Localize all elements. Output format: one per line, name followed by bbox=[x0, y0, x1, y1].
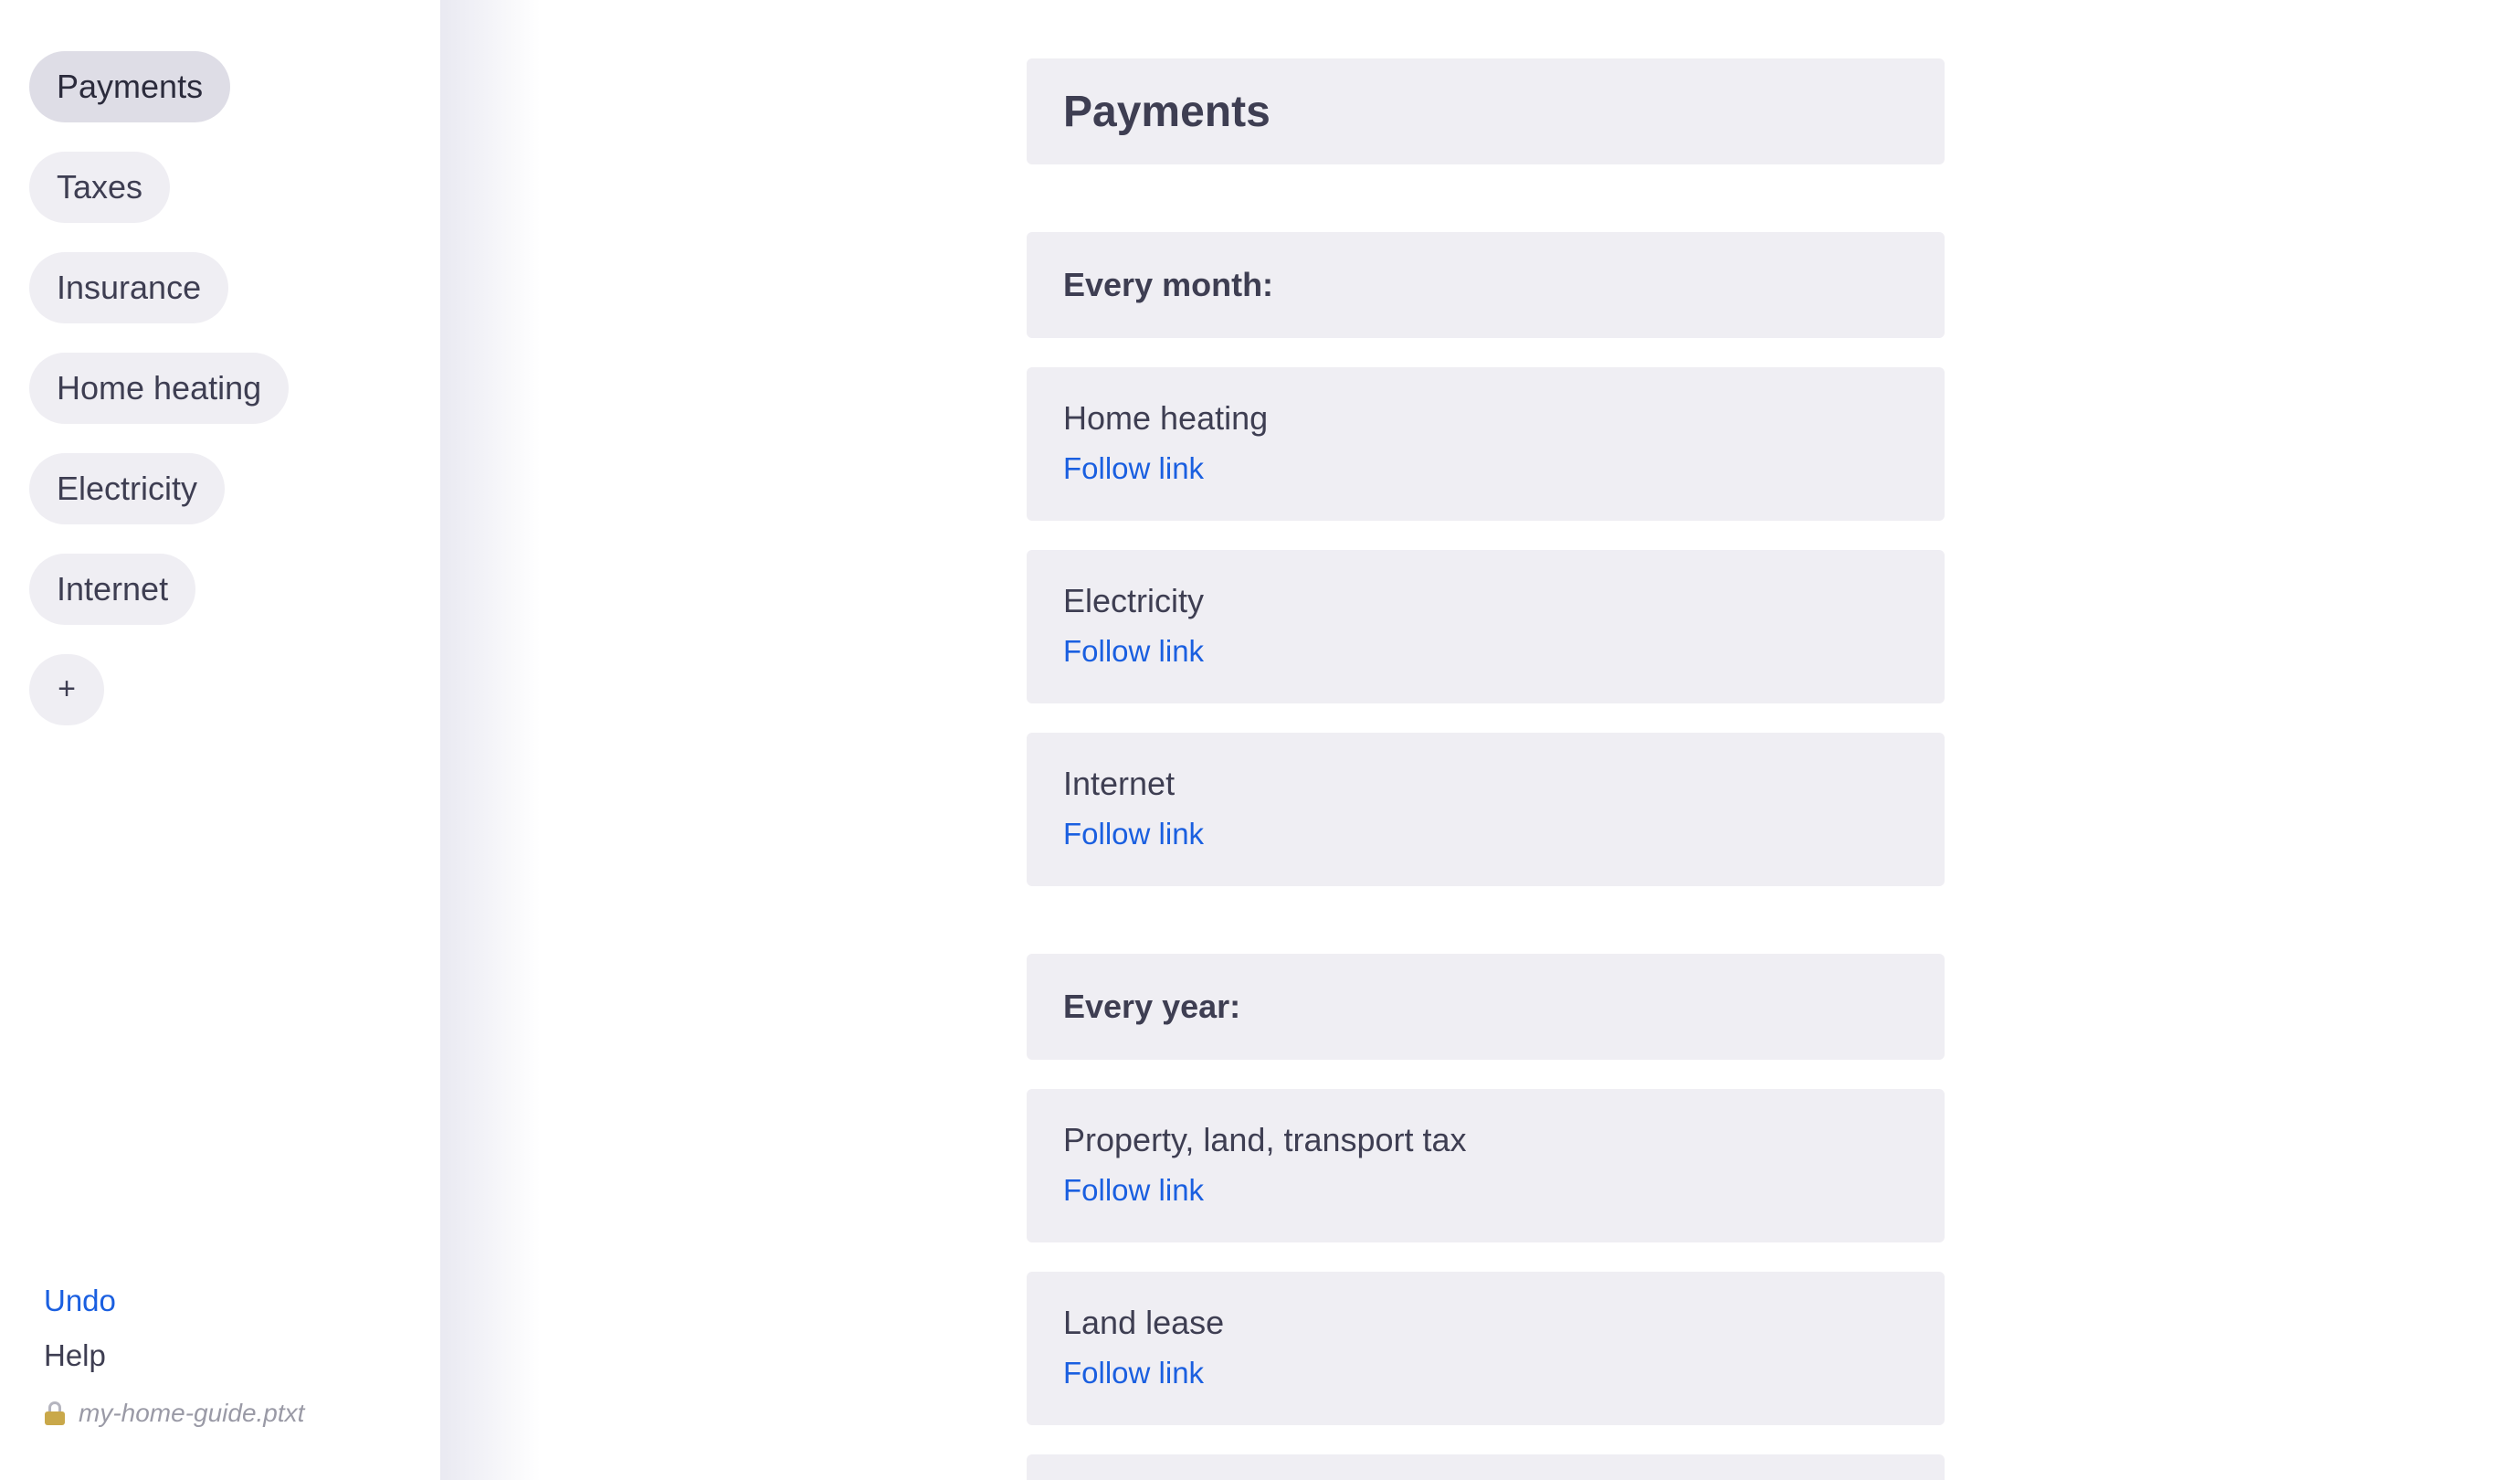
add-page-button[interactable]: + bbox=[29, 654, 104, 725]
sidebar-shadow bbox=[440, 0, 541, 1480]
sidebar-nav: Payments Taxes Insurance Home heating El… bbox=[29, 51, 290, 725]
file-indicator: my-home-guide.ptxt bbox=[44, 1399, 304, 1428]
section-title: Every month: bbox=[1063, 266, 1274, 303]
sidebar-item-internet[interactable]: Internet bbox=[29, 554, 196, 625]
follow-link[interactable]: Follow link bbox=[1063, 1171, 1204, 1210]
sidebar-footer: Undo Help my-home-guide.ptxt bbox=[44, 1284, 304, 1428]
follow-link[interactable]: Follow link bbox=[1063, 1354, 1204, 1392]
file-name: my-home-guide.ptxt bbox=[79, 1399, 305, 1427]
sidebar-item-insurance[interactable]: Insurance bbox=[29, 252, 229, 323]
payment-item-title: Property, land, transport tax bbox=[1063, 1121, 1467, 1158]
main-content: Payments Every month: Home heating Follo… bbox=[1027, 58, 1945, 1480]
help-link[interactable]: Help bbox=[44, 1338, 304, 1373]
sidebar: Payments Taxes Insurance Home heating El… bbox=[0, 0, 440, 1480]
sidebar-item-home-heating[interactable]: Home heating bbox=[29, 353, 290, 424]
payment-item-partial bbox=[1027, 1454, 1945, 1480]
payment-item-title: Internet bbox=[1063, 765, 1176, 802]
follow-link[interactable]: Follow link bbox=[1063, 815, 1204, 853]
sidebar-item-payments[interactable]: Payments bbox=[29, 51, 231, 122]
payment-item-land-lease: Land lease Follow link bbox=[1027, 1272, 1945, 1425]
page-title: Payments bbox=[1063, 87, 1271, 136]
payment-item-title: Land lease bbox=[1063, 1304, 1225, 1341]
app-window: Payments Taxes Insurance Home heating El… bbox=[0, 0, 2520, 1480]
section-header-yearly: Every year: bbox=[1027, 954, 1945, 1060]
lock-icon bbox=[44, 1401, 66, 1425]
payment-item-title: Electricity bbox=[1063, 582, 1205, 619]
payment-item-electricity: Electricity Follow link bbox=[1027, 550, 1945, 703]
payment-item-internet: Internet Follow link bbox=[1027, 733, 1945, 886]
section-header-monthly: Every month: bbox=[1027, 232, 1945, 338]
payment-item-title: Home heating bbox=[1063, 399, 1269, 437]
undo-link[interactable]: Undo bbox=[44, 1284, 304, 1318]
payment-item-home-heating: Home heating Follow link bbox=[1027, 367, 1945, 521]
follow-link[interactable]: Follow link bbox=[1063, 449, 1204, 488]
follow-link[interactable]: Follow link bbox=[1063, 632, 1204, 671]
section-title: Every year: bbox=[1063, 988, 1241, 1025]
sidebar-item-taxes[interactable]: Taxes bbox=[29, 152, 171, 223]
sidebar-item-electricity[interactable]: Electricity bbox=[29, 453, 226, 524]
title-card: Payments bbox=[1027, 58, 1945, 164]
payment-item-property-tax: Property, land, transport tax Follow lin… bbox=[1027, 1089, 1945, 1242]
